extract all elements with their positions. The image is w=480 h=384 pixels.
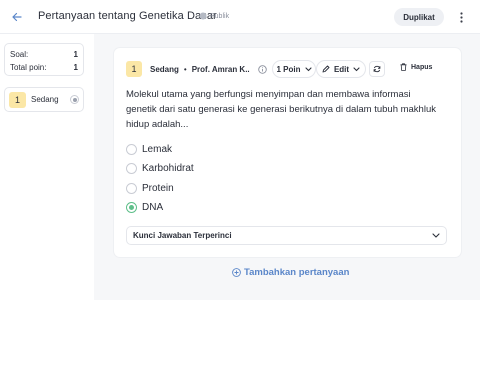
separator: • bbox=[183, 64, 187, 74]
total-points-value: 1 bbox=[73, 63, 78, 72]
add-question-label: Tambahkan pertanyaan bbox=[244, 267, 350, 278]
answer-key-dropdown[interactable]: Kunci Jawaban Terperinci bbox=[126, 226, 447, 245]
option-label: Karbohidrat bbox=[142, 163, 194, 175]
chevron-down-icon bbox=[432, 233, 440, 238]
back-button[interactable] bbox=[9, 9, 25, 25]
top-bar: Pertanyaan tentang Genetika Dasar Publik… bbox=[0, 0, 480, 34]
question-number-badge: 1 bbox=[126, 61, 142, 77]
question-difficulty: Sedang bbox=[31, 95, 59, 104]
arrow-left-icon bbox=[12, 12, 22, 22]
total-points-label: Total poin: bbox=[10, 63, 47, 72]
trash-icon bbox=[400, 63, 407, 71]
drag-handle-icon[interactable] bbox=[70, 95, 79, 104]
answer-option[interactable]: Protein bbox=[126, 179, 194, 198]
refresh-button[interactable] bbox=[369, 61, 385, 77]
question-count-value: 1 bbox=[73, 50, 78, 59]
question-card-header: 1 Sedang • Prof. Amran K... bbox=[126, 61, 250, 77]
radio-button[interactable] bbox=[126, 163, 137, 175]
more-options-button[interactable] bbox=[455, 9, 467, 25]
delete-label: Hapus bbox=[411, 63, 433, 71]
question-count-row: Soal: 1 bbox=[10, 48, 78, 61]
question-text: Molekul utama yang berfungsi menyimpan d… bbox=[126, 89, 436, 130]
answer-option-correct[interactable]: DNA bbox=[126, 198, 194, 217]
question-card: 1 Sedang • Prof. Amran K... 1 Poin Edit … bbox=[114, 48, 461, 257]
option-label: Protein bbox=[142, 182, 174, 194]
question-list-item[interactable]: 1 Sedang bbox=[4, 87, 84, 112]
points-label: 1 Poin bbox=[276, 64, 301, 74]
radio-button[interactable] bbox=[126, 144, 137, 156]
globe-icon bbox=[199, 12, 207, 20]
option-label: DNA bbox=[142, 202, 164, 214]
add-question-button[interactable]: Tambahkan pertanyaan bbox=[232, 267, 349, 278]
question-count-label: Soal: bbox=[10, 50, 29, 59]
page-title: Pertanyaan tentang Genetika Dasar bbox=[38, 10, 217, 22]
edit-label: Edit bbox=[333, 64, 350, 74]
answer-option[interactable]: Karbohidrat bbox=[126, 159, 194, 178]
total-points-row: Total poin: 1 bbox=[10, 61, 78, 74]
more-vertical-icon bbox=[459, 11, 463, 23]
pencil-icon bbox=[322, 65, 330, 73]
radio-button-selected[interactable] bbox=[126, 202, 137, 214]
edit-button[interactable]: Edit bbox=[316, 60, 366, 78]
answer-option[interactable]: Lemak bbox=[126, 140, 194, 159]
visibility-label: Publik bbox=[210, 12, 230, 20]
question-number-badge: 1 bbox=[9, 91, 26, 108]
info-icon[interactable] bbox=[258, 65, 267, 74]
visibility-status: Publik bbox=[199, 12, 229, 20]
chevron-down-icon bbox=[353, 66, 360, 71]
refresh-icon bbox=[373, 65, 381, 73]
option-label: Lemak bbox=[142, 144, 173, 156]
delete-button[interactable]: Hapus bbox=[400, 63, 432, 71]
answer-options: Lemak Karbohidrat Protein DNA bbox=[126, 140, 194, 217]
plus-circle-icon bbox=[232, 268, 241, 277]
chevron-down-icon bbox=[304, 66, 312, 71]
author-name: Prof. Amran K... bbox=[191, 64, 250, 74]
difficulty-label: Sedang bbox=[150, 64, 179, 74]
radio-button[interactable] bbox=[126, 182, 137, 194]
points-dropdown[interactable]: 1 Poin bbox=[272, 60, 316, 78]
answer-key-label: Kunci Jawaban Terperinci bbox=[133, 231, 232, 240]
duplicate-button[interactable]: Duplikat bbox=[394, 8, 444, 26]
quiz-summary: Soal: 1 Total poin: 1 bbox=[4, 43, 84, 76]
